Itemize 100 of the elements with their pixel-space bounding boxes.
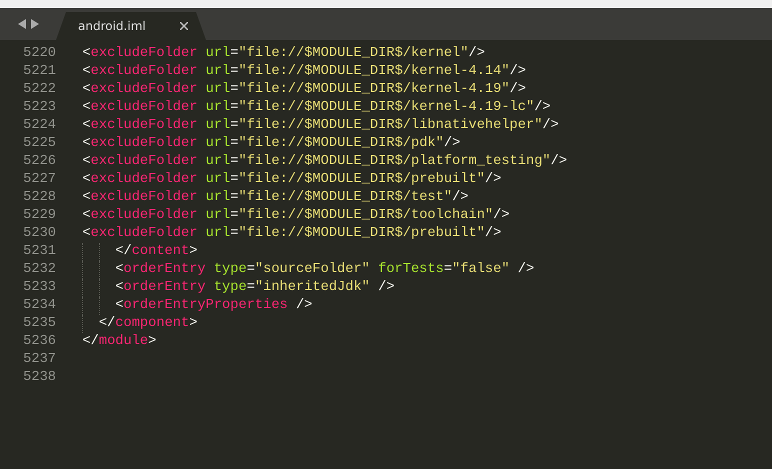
code-tag-name: excludeFolder [90, 117, 198, 135]
code-tag-name: excludeFolder [90, 171, 198, 189]
code-punctuation: = [230, 45, 238, 63]
code-string: "inheritedJdk" [254, 279, 370, 297]
code-punctuation: = [230, 81, 238, 99]
code-tag-name: excludeFolder [90, 189, 198, 207]
code-string: "file://$MODULE_DIR$/kernel-4.19-lc" [238, 99, 534, 117]
code-punctuation: < [82, 153, 91, 171]
code-punctuation: > [148, 333, 156, 351]
code-attribute: url [206, 45, 230, 63]
line-number: 5224 [22, 117, 56, 135]
code-attribute: url [206, 171, 230, 189]
code-string: "file://$MODULE_DIR$/platform_testing" [238, 153, 551, 171]
line-number: 5223 [22, 99, 56, 117]
code-string: "file://$MODULE_DIR$/kernel" [238, 45, 468, 63]
line-number: 5225 [22, 135, 56, 153]
code-punctuation: = [230, 225, 238, 243]
code-punctuation: /> [378, 279, 395, 297]
code-string: "file://$MODULE_DIR$/kernel-4.14" [238, 63, 510, 81]
line-number: 5222 [22, 81, 56, 99]
code-punctuation: /> [542, 117, 559, 135]
code-tag-name: excludeFolder [90, 207, 198, 225]
code-attribute: type [214, 261, 247, 279]
line-number: 5221 [22, 63, 56, 81]
code-punctuation: < [82, 189, 91, 207]
code-tag-name: component [115, 315, 190, 333]
code-punctuation: = [230, 99, 238, 117]
code-tag-name: excludeFolder [90, 81, 198, 99]
code-tag-name: orderEntry [123, 261, 206, 279]
code-punctuation: < [82, 135, 91, 153]
code-attribute: url [206, 135, 230, 153]
code-string: "file://$MODULE_DIR$/kernel-4.19" [238, 81, 510, 99]
code-punctuation: /> [484, 225, 502, 243]
code-tag-name: content [132, 243, 190, 261]
code-punctuation: = [230, 117, 238, 135]
code-punctuation: < [115, 279, 124, 297]
code-string: "file://$MODULE_DIR$/prebuilt" [238, 171, 485, 189]
code-attribute: url [206, 207, 230, 225]
code-punctuation: /> [510, 81, 526, 99]
code-punctuation: > [189, 243, 198, 261]
code-attribute: url [206, 81, 230, 99]
code-attribute: url [206, 189, 230, 207]
code-tag-name: excludeFolder [90, 63, 198, 81]
code-punctuation: < [115, 297, 124, 315]
code-punctuation: < [82, 171, 91, 189]
code-punctuation: < [82, 63, 91, 81]
code-punctuation: = [246, 279, 255, 297]
code-string: "file://$MODULE_DIR$/prebuilt" [238, 225, 485, 243]
code-punctuation: = [230, 207, 238, 225]
code-punctuation: = [230, 153, 238, 171]
line-number: 5226 [22, 153, 56, 171]
code-tag-name: excludeFolder [90, 153, 198, 171]
code-punctuation: /> [510, 63, 526, 81]
code-punctuation: /> [468, 45, 485, 63]
line-number: 5236 [22, 333, 56, 351]
code-attribute: type [214, 279, 247, 297]
code-punctuation: = [230, 135, 238, 153]
code-punctuation: = [444, 261, 452, 279]
code-punctuation: /> [452, 189, 468, 207]
code-punctuation: /> [296, 297, 312, 315]
code-tag-name: orderEntry [123, 279, 206, 297]
code-string: "file://$MODULE_DIR$/test" [238, 189, 452, 207]
code-punctuation: < [82, 45, 91, 63]
line-number: 5237 [22, 351, 56, 369]
code-attribute: url [206, 99, 230, 117]
code-punctuation: /> [534, 99, 551, 117]
code-punctuation: < [82, 99, 91, 117]
code-punctuation: /> [484, 171, 502, 189]
code-punctuation: > [189, 315, 198, 333]
code-tag-name: excludeFolder [90, 225, 198, 243]
code-attribute: url [206, 117, 230, 135]
code-attribute: url [206, 153, 230, 171]
code-tag-name: excludeFolder [90, 99, 198, 117]
line-number: 5238 [22, 369, 56, 387]
code-punctuation: < [82, 225, 91, 243]
line-number: 5231 [22, 243, 56, 261]
line-number: 5232 [22, 261, 56, 279]
code-string: "file://$MODULE_DIR$/pdk" [238, 135, 444, 153]
code-punctuation: = [230, 189, 238, 207]
line-number: 5230 [22, 225, 56, 243]
line-number: 5233 [22, 279, 56, 297]
code-punctuation: /> [550, 153, 568, 171]
code-punctuation: /> [518, 261, 534, 279]
close-icon[interactable] [180, 22, 188, 30]
line-number: 5229 [22, 207, 56, 225]
code-string: "file://$MODULE_DIR$/libnativehelper" [238, 117, 542, 135]
code-punctuation: < [82, 207, 91, 225]
code-attribute: url [206, 225, 230, 243]
code-punctuation: </ [115, 243, 132, 261]
code-tag-name: orderEntryProperties [123, 297, 288, 315]
code-punctuation: < [115, 261, 124, 279]
line-number: 5220 [22, 45, 56, 63]
code-string: "sourceFolder" [254, 261, 370, 279]
code-punctuation: /> [493, 207, 510, 225]
file-tab[interactable]: android.iml [56, 12, 206, 40]
code-punctuation: </ [98, 315, 116, 333]
code-punctuation: = [230, 171, 238, 189]
code-string: "file://$MODULE_DIR$/toolchain" [238, 207, 494, 225]
code-tag-name: excludeFolder [90, 135, 198, 153]
code-punctuation: < [82, 117, 91, 135]
